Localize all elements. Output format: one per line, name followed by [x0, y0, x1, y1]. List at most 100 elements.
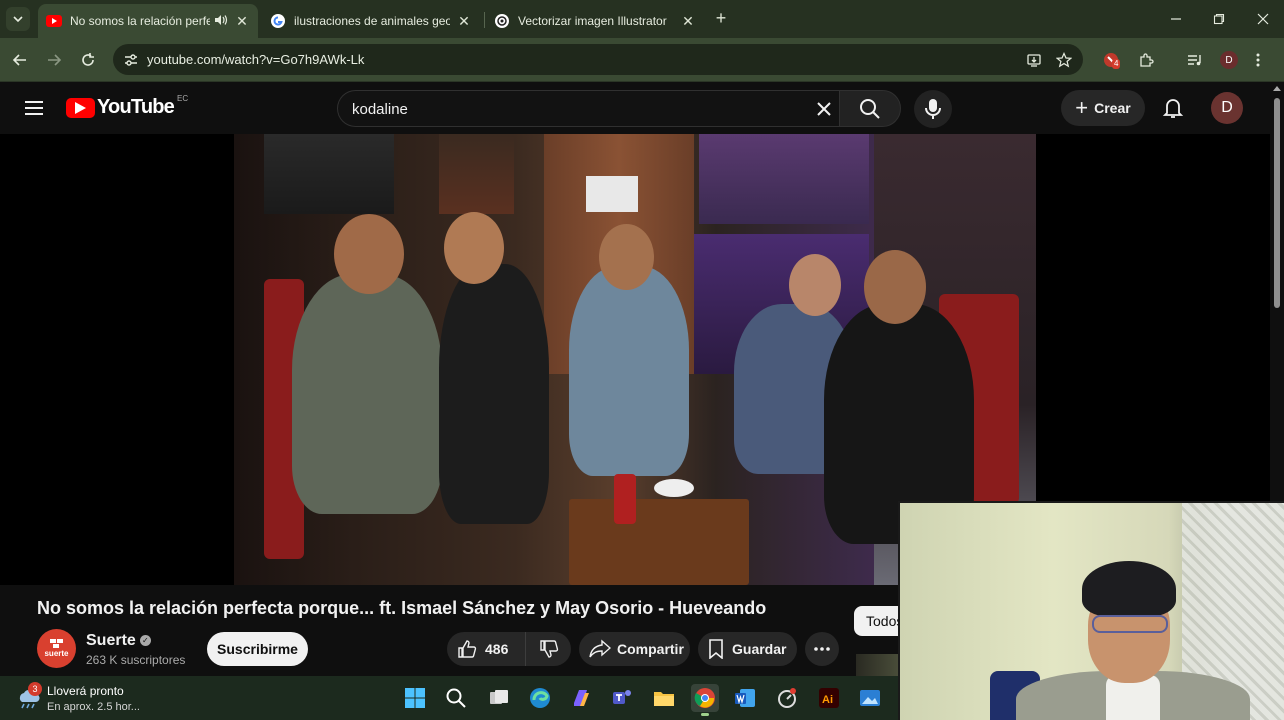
search-box: kodaline	[337, 90, 839, 127]
scroll-thumb[interactable]	[1274, 98, 1280, 308]
weather-widget[interactable]: 3 Lloverá pronto En aprox. 2.5 hor...	[16, 682, 176, 716]
poster-frame	[439, 134, 514, 214]
snack-bowl	[654, 479, 694, 497]
illustrator-icon[interactable]: Ai	[815, 684, 843, 712]
reload-button[interactable]	[77, 49, 99, 71]
tab-search-button[interactable]	[6, 7, 30, 31]
webcam-overlay	[898, 501, 1284, 720]
url-text[interactable]: youtube.com/watch?v=Go7h9AWk-Lk	[147, 52, 364, 67]
person-2	[439, 264, 549, 524]
glasses	[1092, 615, 1168, 633]
install-app-icon[interactable]	[1023, 49, 1045, 71]
windows-start-icon[interactable]	[401, 684, 429, 712]
close-window-button[interactable]	[1252, 8, 1274, 30]
like-button[interactable]: 486	[447, 632, 525, 666]
file-explorer-icon[interactable]	[650, 684, 678, 712]
clear-search-icon[interactable]	[814, 99, 834, 119]
youtube-header: YouTube EC kodaline + Crear D	[0, 82, 1284, 134]
recommended-thumbnail[interactable]	[856, 654, 900, 676]
notifications-bell-icon[interactable]	[1160, 95, 1186, 121]
verified-check-icon: ✓	[139, 635, 151, 647]
channel-avatar-text: suerte	[44, 649, 69, 658]
word-icon[interactable]	[731, 684, 759, 712]
more-actions-button[interactable]	[805, 632, 839, 666]
minimize-button[interactable]	[1165, 8, 1187, 30]
channel-name[interactable]: Suerte ✓	[86, 632, 151, 650]
weather-title: Lloverá pronto	[47, 684, 124, 698]
media-controls-icon[interactable]	[1184, 49, 1206, 71]
wooden-table	[569, 499, 749, 585]
teams-icon[interactable]	[608, 684, 636, 712]
share-button[interactable]: Compartir	[579, 632, 690, 666]
subscriber-count: 263 K suscriptores	[86, 653, 186, 667]
restore-button[interactable]	[1208, 8, 1230, 30]
svg-text:Ai: Ai	[822, 694, 833, 706]
close-tab-icon[interactable]: ✕	[234, 13, 250, 29]
figure-shelf	[699, 134, 869, 224]
photos-icon[interactable]	[856, 684, 884, 712]
tab-title: ilustraciones de animales geom	[294, 14, 450, 28]
dislike-button[interactable]	[525, 632, 571, 666]
google-icon	[270, 13, 286, 29]
thumbs-up-icon	[458, 640, 477, 658]
arrow-right-icon	[48, 54, 62, 66]
person-head	[789, 254, 841, 316]
tab-youtube[interactable]: No somos la relación perfec ✕	[38, 4, 258, 38]
collectibles-shelf	[264, 134, 394, 214]
search-button[interactable]	[839, 90, 901, 127]
share-arrow-icon	[589, 639, 611, 658]
person-head	[864, 250, 926, 324]
tab-google[interactable]: ilustraciones de animales geom ✕	[262, 4, 480, 38]
bookmark-icon	[709, 639, 723, 659]
youtube-plaque	[586, 176, 638, 212]
person-hair	[1082, 561, 1176, 617]
account-avatar[interactable]: D	[1211, 92, 1243, 124]
extension-adblock-icon[interactable]: 4	[1100, 49, 1122, 71]
extensions-puzzle-icon[interactable]	[1135, 49, 1157, 71]
like-count: 486	[485, 641, 509, 657]
save-button[interactable]: Guardar	[698, 632, 797, 666]
forward-button[interactable]	[43, 49, 65, 71]
create-button[interactable]: + Crear	[1061, 90, 1145, 126]
person-head	[599, 224, 654, 290]
profile-button[interactable]: D	[1218, 49, 1240, 71]
site-info-icon[interactable]	[119, 48, 143, 72]
channel-name-text: Suerte	[86, 632, 136, 649]
channel-avatar[interactable]: suerte	[37, 629, 76, 668]
save-label: Guardar	[732, 641, 787, 657]
openai-icon	[494, 13, 510, 29]
address-bar[interactable]: youtube.com/watch?v=Go7h9AWk-Lk	[113, 44, 1083, 75]
bookmark-star-icon[interactable]	[1053, 49, 1075, 71]
browser-menu-icon[interactable]	[1247, 49, 1269, 71]
share-label: Compartir	[617, 641, 684, 657]
copilot-icon[interactable]	[567, 684, 595, 712]
youtube-logo[interactable]: YouTube EC	[66, 94, 188, 119]
new-tab-button[interactable]: +	[711, 9, 731, 29]
tab-title: Vectorizar imagen Illustrator	[518, 14, 667, 28]
back-button[interactable]	[9, 49, 31, 71]
audio-playing-icon[interactable]	[214, 14, 228, 29]
close-tab-icon[interactable]: ✕	[680, 13, 696, 29]
close-icon	[1257, 13, 1269, 25]
close-tab-icon[interactable]: ✕	[456, 13, 472, 29]
profile-avatar: D	[1220, 51, 1238, 69]
browser-toolbar: youtube.com/watch?v=Go7h9AWk-Lk 4 D	[0, 38, 1284, 82]
arrow-left-icon	[12, 54, 26, 66]
browser-tab-strip: No somos la relación perfec ✕ ilustracio…	[0, 0, 1284, 38]
scroll-up-arrow[interactable]	[1273, 86, 1281, 91]
subscribe-button[interactable]: Suscribirme	[207, 632, 308, 666]
search-input[interactable]: kodaline	[352, 101, 408, 118]
app-icon[interactable]	[773, 684, 801, 712]
channel-logo-icon	[49, 639, 63, 648]
search-icon[interactable]	[442, 684, 470, 712]
tab-illustrator[interactable]: Vectorizar imagen Illustrator ✕	[486, 4, 704, 38]
task-view-icon[interactable]	[485, 684, 513, 712]
microphone-icon	[925, 99, 941, 119]
hamburger-menu-icon[interactable]	[22, 96, 46, 120]
chrome-icon[interactable]	[691, 684, 719, 716]
reload-icon	[82, 53, 94, 66]
person-head	[334, 214, 404, 294]
voice-search-button[interactable]	[914, 90, 952, 128]
edge-icon[interactable]	[526, 684, 554, 712]
youtube-play-icon	[66, 97, 95, 118]
